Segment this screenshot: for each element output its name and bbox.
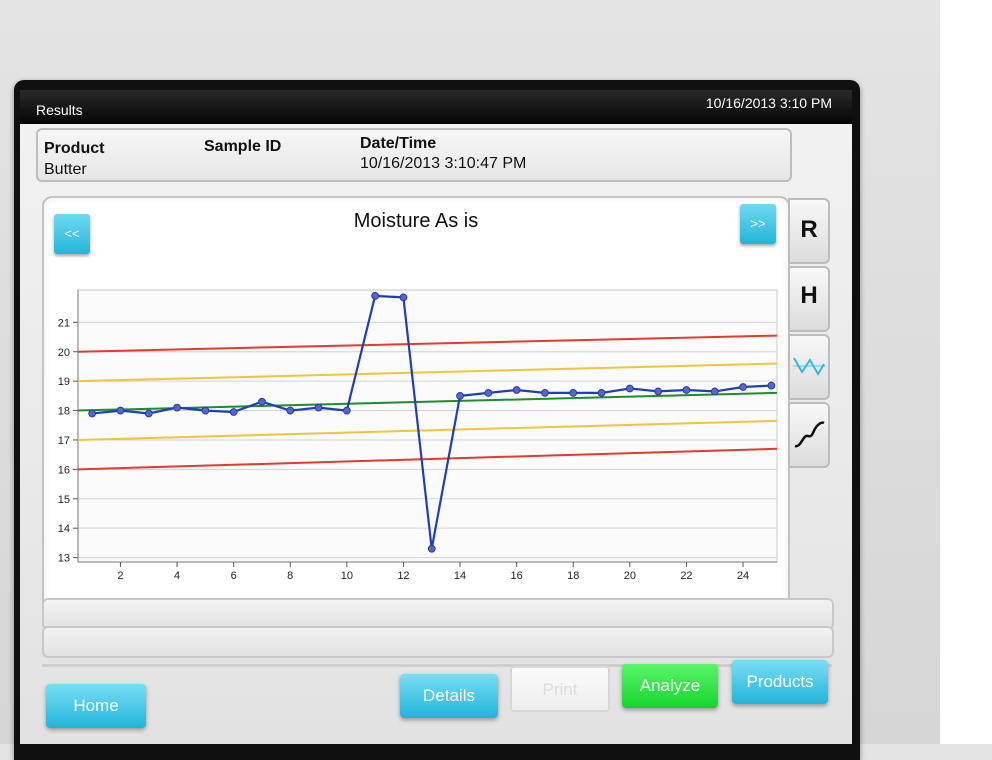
x-tick-label: 22	[680, 570, 692, 582]
x-tick-label: 14	[454, 570, 466, 582]
details-button[interactable]: Details	[400, 674, 498, 718]
datetime-label: Date/Time	[360, 135, 437, 152]
device-frame-edge	[940, 0, 992, 744]
products-button[interactable]: Products	[732, 660, 828, 704]
sample-id-label: Sample ID	[204, 138, 282, 155]
data-point	[399, 293, 408, 302]
clock: 10/16/2013 3:10 PM	[705, 95, 832, 111]
x-tick-label: 12	[397, 570, 409, 582]
tab-report-label: R	[800, 216, 818, 243]
control-chart-icon	[793, 357, 825, 376]
data-point	[569, 389, 578, 397]
data-point	[201, 406, 210, 415]
x-tick-label: 2	[117, 570, 123, 582]
tab-curve-chart[interactable]	[788, 402, 830, 468]
data-point	[342, 406, 351, 415]
data-point	[173, 403, 181, 412]
print-button[interactable]: Print	[510, 666, 610, 712]
screen-title: Results	[36, 102, 83, 118]
data-point	[682, 386, 691, 394]
home-button[interactable]: Home	[46, 684, 146, 728]
tab-history-label: H	[800, 282, 818, 309]
data-point	[144, 409, 153, 418]
curve-icon	[794, 421, 825, 448]
y-tick-label: 21	[58, 317, 70, 329]
x-tick-label: 10	[341, 570, 353, 582]
product-label: Product	[44, 140, 105, 157]
data-point	[456, 391, 464, 400]
x-tick-label: 18	[567, 570, 579, 582]
data-point	[314, 403, 323, 412]
y-tick-label: 14	[58, 523, 70, 535]
data-point	[767, 381, 776, 390]
data-point	[625, 384, 634, 393]
y-tick-label: 20	[58, 347, 70, 359]
chart-panel: << >> Moisture As is 13 14 15 16 17 18 19 20 21 2…	[42, 196, 790, 614]
data-point	[512, 386, 521, 394]
x-tick-label: 20	[624, 570, 636, 582]
sample-info-box: Product Butter Sample ID Date/Time 10/16…	[36, 128, 792, 182]
screen: Results 10/16/2013 3:10 PM Product Butte…	[20, 90, 852, 744]
data-point	[541, 389, 549, 397]
x-tick-label: 8	[287, 570, 293, 582]
x-tick-label: 16	[511, 570, 523, 582]
y-tick-label: 17	[58, 435, 70, 447]
data-point	[484, 389, 493, 397]
data-point	[286, 406, 295, 415]
y-tick-label: 18	[58, 406, 70, 418]
y-tick-label: 19	[58, 376, 70, 388]
x-tick-label: 4	[174, 570, 180, 582]
x-tick-label: 6	[231, 570, 237, 582]
data-point	[116, 406, 125, 415]
y-tick-label: 13	[58, 553, 70, 565]
analyze-button[interactable]: Analyze	[622, 664, 718, 708]
y-tick-label: 16	[58, 464, 70, 476]
tab-history[interactable]: H	[788, 266, 830, 332]
x-tick-label: 24	[737, 570, 749, 582]
datetime-value: 10/16/2013 3:10:47 PM	[360, 155, 527, 172]
data-point	[597, 389, 606, 397]
top-bar: Results 10/16/2013 3:10 PM	[20, 90, 852, 124]
data-point	[654, 387, 663, 396]
data-point	[371, 291, 380, 300]
product-value: Butter	[44, 161, 87, 178]
status-strip-2	[42, 626, 834, 658]
y-tick-label: 15	[58, 494, 70, 506]
tab-control-chart[interactable]	[788, 334, 830, 400]
data-point	[88, 409, 97, 418]
tab-report[interactable]: R	[788, 198, 830, 264]
data-point	[229, 408, 238, 416]
moisture-chart: 1314151617181920212 4 6 8 10 12 14 16 18 20 22 24	[58, 289, 778, 582]
data-point	[427, 544, 436, 553]
data-point	[710, 387, 719, 396]
data-point	[258, 397, 266, 406]
data-point	[739, 383, 747, 391]
